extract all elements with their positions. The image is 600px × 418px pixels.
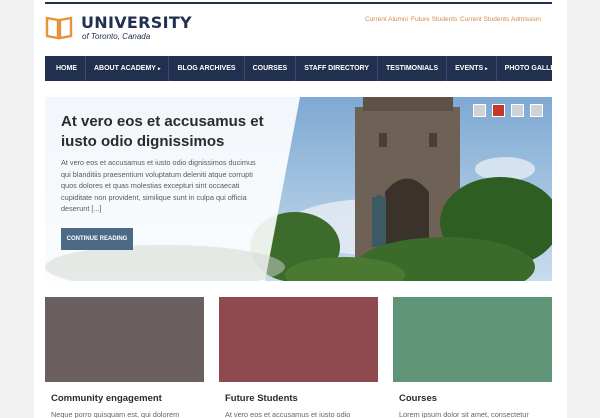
slide-dot-2[interactable] [492, 104, 505, 117]
slide-dot-1[interactable] [473, 104, 486, 117]
card-image-future-students[interactable] [219, 297, 378, 382]
nav-item-about-academy[interactable]: ABOUT ACADEMY ▸ [86, 56, 170, 81]
card-title-community[interactable]: Community engagement [51, 393, 162, 404]
slide-dot-4[interactable] [530, 104, 543, 117]
nav-item-courses[interactable]: COURSES [245, 56, 297, 81]
top-link-current-alumni[interactable]: Current Alumni [365, 16, 408, 23]
nav-item-label: HOME [56, 65, 77, 72]
card-image-courses[interactable] [393, 297, 552, 382]
caret-right-icon: ▸ [157, 66, 161, 72]
card-title-future-students[interactable]: Future Students [225, 393, 298, 404]
nav-item-label: COURSES [252, 65, 288, 72]
nav-item-label: TESTIMONIALS [386, 65, 439, 72]
brand-subtitle: of Toronto, Canada [82, 32, 151, 41]
caret-right-icon: ▸ [485, 66, 488, 72]
top-link-current-students[interactable]: Current Students [460, 16, 509, 23]
nav-item-testimonials[interactable]: TESTIMONIALS [378, 56, 448, 81]
card-title-courses[interactable]: Courses [399, 393, 437, 404]
slide-dot-3[interactable] [511, 104, 524, 117]
hero-text: At vero eos et accusamus et iusto odio d… [61, 158, 256, 214]
slider-pagination [473, 104, 545, 118]
top-links: Current Alumni Future Students Current S… [0, 16, 600, 26]
nav-item-label: PHOTO GALLERY [504, 65, 565, 72]
top-accent-line [45, 2, 552, 4]
card-text-community: Neque porro quisquam est, qui dolorem [51, 410, 180, 418]
nav-item-label: STAFF DIRECTORY [304, 65, 370, 72]
nav-item-events[interactable]: EVENTS ▸ [447, 56, 497, 81]
nav-item-staff-directory[interactable]: STAFF DIRECTORY [296, 56, 379, 81]
nav-item-label: ABOUT ACADEMY [94, 65, 156, 72]
nav-item-label: EVENTS [455, 65, 484, 72]
top-link-future-students[interactable]: Future Students [411, 16, 457, 23]
nav-item-blog-archives[interactable]: BLOG ARCHIVES [169, 56, 245, 81]
nav-item-home[interactable]: HOME [48, 56, 86, 81]
card-image-community[interactable] [45, 297, 204, 382]
nav-item-photo-gallery[interactable]: PHOTO GALLERY [497, 56, 573, 81]
top-link-admission[interactable]: Admission [511, 16, 541, 23]
nav-item-label: BLOG ARCHIVES [177, 65, 236, 72]
card-text-future-students: At vero eos et accusamus et iusto odio [225, 410, 351, 418]
hero-title: At vero eos et accusamus et iusto odio d… [61, 113, 264, 150]
main-nav: HOME ABOUT ACADEMY ▸ BLOG ARCHIVES COURSE… [45, 56, 565, 81]
card-text-courses: Lorem ipsum dolor sit amet, consectetur [399, 410, 529, 418]
continue-reading-button[interactable]: CONTINUE READING [61, 228, 133, 250]
